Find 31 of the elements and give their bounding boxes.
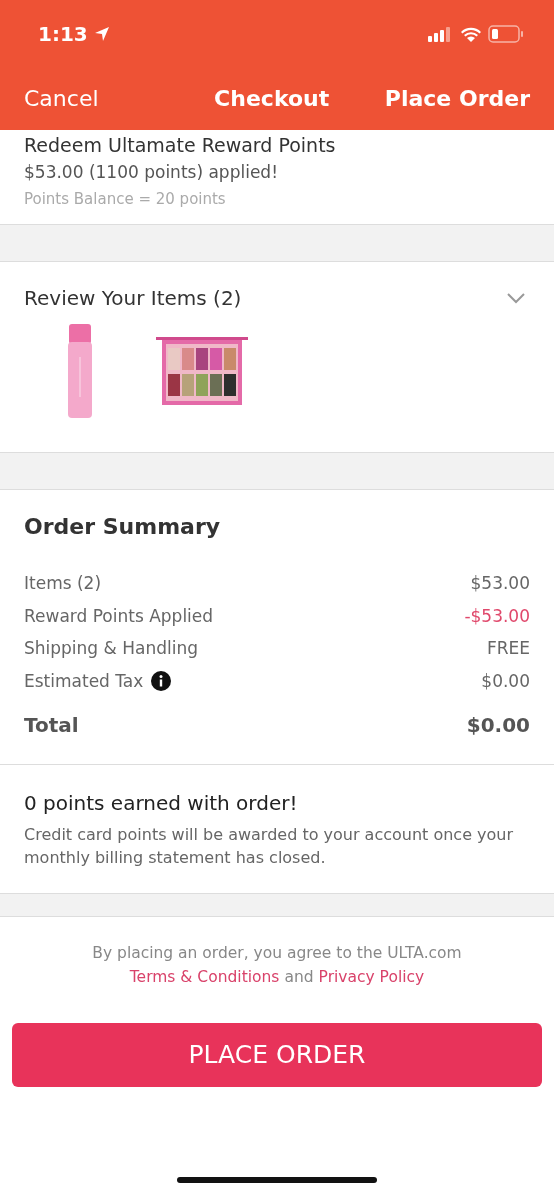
summary-value: $0.00 <box>481 670 530 691</box>
summary-label: Shipping & Handling <box>24 638 198 659</box>
privacy-link[interactable]: Privacy Policy <box>318 964 425 989</box>
applied-text: $53.00 (1100 points) applied! <box>24 162 279 182</box>
total-label: Total <box>24 713 79 738</box>
order-summary-title: Order Summary <box>24 514 222 539</box>
cancel-button[interactable]: Cancel <box>24 85 99 111</box>
summary-label: Estimated Tax <box>24 670 144 691</box>
status-time: 1:13 <box>38 22 88 46</box>
place-order-button[interactable]: PLACE ORDER <box>12 1022 542 1087</box>
summary-value: FREE <box>486 638 530 659</box>
location-arrow-icon <box>93 26 110 42</box>
wifi-icon <box>460 26 482 42</box>
terms-link[interactable]: Terms & Conditions <box>129 964 280 989</box>
total-value: $0.00 <box>466 713 530 738</box>
summary-label: Items (2) <box>24 573 102 594</box>
review-items-title: Review Your Items (2) <box>24 286 242 310</box>
points-balance: Points Balance = 20 points <box>24 190 227 208</box>
summary-label: Reward Points Applied <box>24 605 214 626</box>
chevron-down-icon[interactable] <box>506 292 526 304</box>
summary-value: $53.00 <box>470 573 530 594</box>
battery-icon <box>488 25 524 43</box>
and-text: and <box>284 966 314 988</box>
place-order-link[interactable]: Place Order <box>384 85 530 111</box>
summary-value: -$53.00 <box>464 605 530 626</box>
page-title: Checkout <box>214 85 330 111</box>
points-earned-title: 0 points earned with order! <box>24 790 299 815</box>
terms-text: By placing an order, you agree to the ULTA.com <box>92 943 462 962</box>
info-icon[interactable] <box>151 670 172 691</box>
rewards-title: Redeem Ultamate Reward Points <box>24 134 337 156</box>
points-note: Credit card points will be awarded to your account once your monthly billing statement has closed. <box>24 823 515 869</box>
